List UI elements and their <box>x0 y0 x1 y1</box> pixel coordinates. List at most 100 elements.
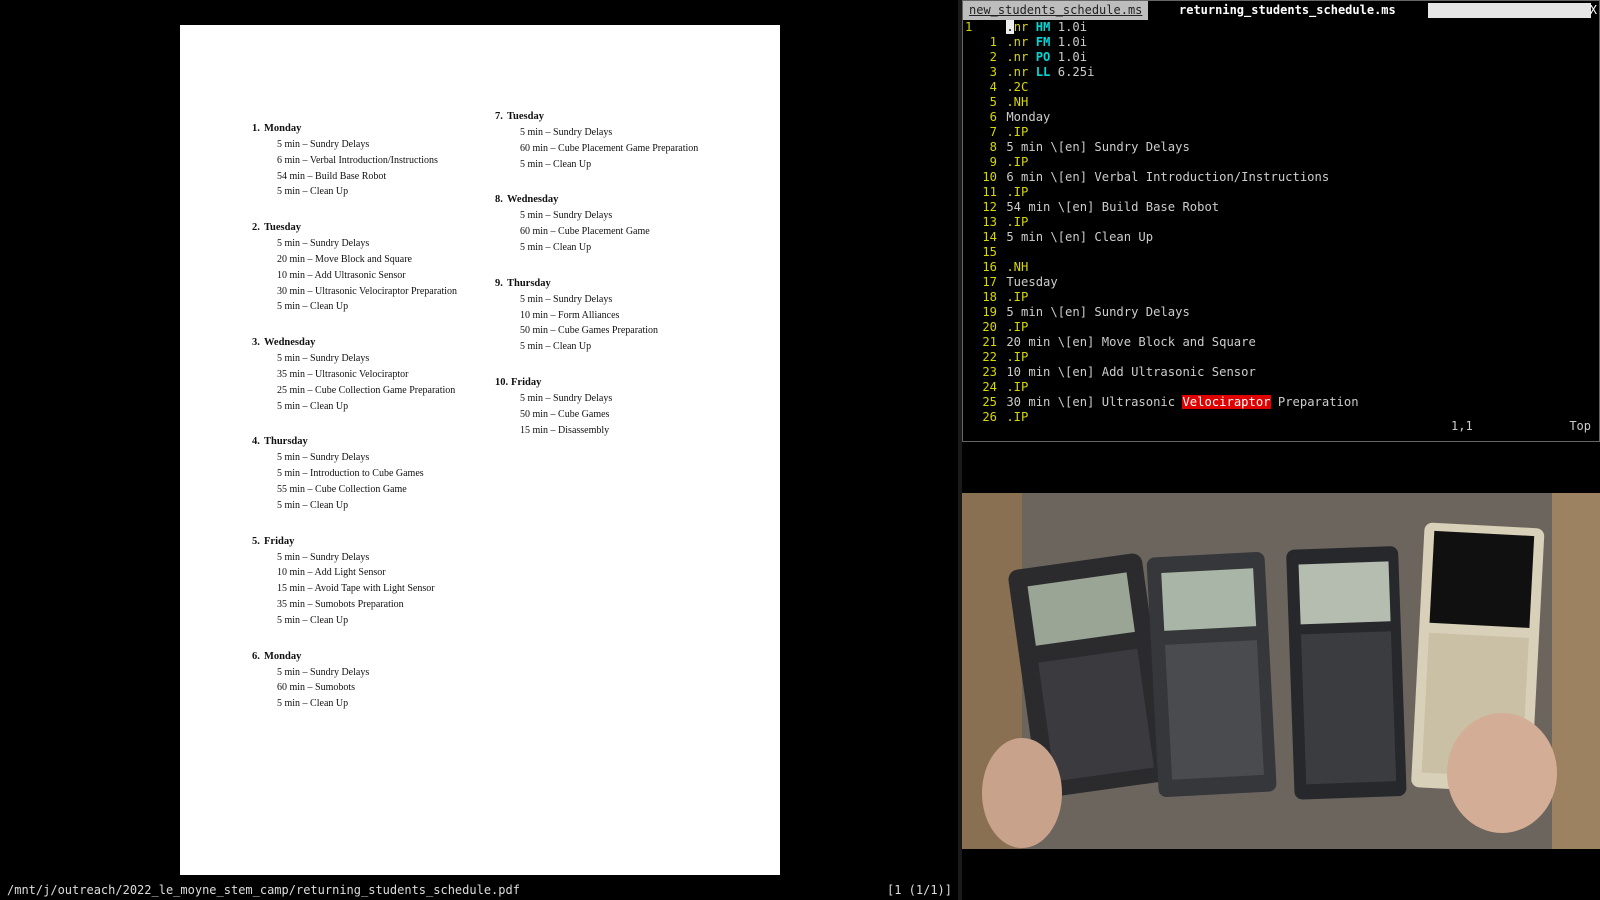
line-number: 21 <box>982 335 997 349</box>
schedule-day: 8. Wednesday 5 min – Sundry Delays 60 min –… <box>495 192 650 255</box>
day-number: 1. <box>252 123 260 134</box>
code-line[interactable]: 22 .IP <box>963 350 1599 365</box>
code-line[interactable]: 16 .NH <box>963 260 1599 275</box>
day-name: Wednesday <box>507 194 559 206</box>
schedule-item: 5 min – Sundry Delays <box>277 666 370 678</box>
schedule-item: 5 min – Clean Up <box>277 186 349 198</box>
code-line[interactable]: 8 5 min \[en] Sundry Delays <box>963 140 1599 155</box>
code-line[interactable]: 23 10 min \[en] Add Ultrasonic Sensor <box>963 365 1599 380</box>
code-line[interactable]: 2 .nr PO 1.0i <box>963 50 1599 65</box>
line-text: 30 min \[en] Ultrasonic <box>1006 395 1183 409</box>
register-name: FM <box>1035 35 1051 49</box>
day-name: Tuesday <box>507 111 544 122</box>
day-name: Thursday <box>264 436 308 448</box>
line-number: 20 <box>982 320 997 334</box>
schedule-item: 5 min – Sundry Delays <box>520 210 613 222</box>
line-number: 24 <box>982 380 997 394</box>
code-line[interactable]: 18 .IP <box>963 290 1599 305</box>
schedule-item: 50 min – Cube Games Preparation <box>520 325 659 337</box>
code-line[interactable]: 6 Monday <box>963 110 1599 125</box>
schedule-item: 5 min – Sundry Delays <box>520 127 613 138</box>
line-text: 5 min \[en] Sundry Delays <box>1006 305 1190 319</box>
day-name: Tuesday <box>264 222 301 234</box>
troff-request: .IP <box>1006 380 1029 394</box>
code-line[interactable]: 9 .IP <box>963 155 1599 170</box>
page-indicator: [1 (1/1)] <box>886 883 952 897</box>
register-value: 1.0i <box>1057 50 1088 64</box>
troff-request: .nr <box>1006 50 1029 64</box>
code-line[interactable]: 7 .IP <box>963 125 1599 140</box>
tab-returning-students-schedule[interactable]: returning_students_schedule.ms <box>1173 1 1402 20</box>
day-heading: 6. Monday <box>252 649 369 665</box>
text-cursor: . <box>1006 20 1014 34</box>
schedule-item: 35 min – Sumobots Preparation <box>277 598 404 610</box>
day-name: Monday <box>264 123 302 134</box>
troff-request: .IP <box>1006 290 1029 304</box>
schedule-item: 10 min – Form Alliances <box>520 309 620 321</box>
code-line[interactable]: 24 .IP <box>963 380 1599 395</box>
troff-request: .IP <box>1006 215 1029 229</box>
code-line[interactable]: 17 Tuesday <box>963 275 1599 290</box>
register-name: LL <box>1035 65 1051 79</box>
register-name: HM <box>1035 20 1051 34</box>
schedule-day: 1. Monday 5 min – Sundry Delays 6 min – Ver… <box>252 121 438 200</box>
tab-new-students-schedule[interactable]: new_students_schedule.ms <box>963 1 1149 20</box>
code-line[interactable]: 13 .IP <box>963 215 1599 230</box>
day-heading: 10. Friday <box>495 375 612 391</box>
tab-fill <box>1428 3 1591 18</box>
tab-line: new_students_schedule.ms returning_stude… <box>963 1 1599 20</box>
day-heading: 1. Monday <box>252 121 438 137</box>
line-text: 6 min \[en] Verbal Introduction/Instruct… <box>1006 170 1330 184</box>
schedule-item: 5 min – Clean Up <box>277 400 349 412</box>
schedule-day: 6. Monday 5 min – Sundry Delays 60 min – Su… <box>252 649 369 712</box>
troff-request: .NH <box>1006 95 1029 109</box>
day-number: 6. <box>252 650 260 662</box>
scroll-position: Top <box>1569 419 1591 433</box>
code-line[interactable]: 11 .IP <box>963 185 1599 200</box>
schedule-item: 5 min – Sundry Delays <box>277 238 370 250</box>
day-number: 5. <box>252 535 260 547</box>
day-number: 7. <box>495 111 503 122</box>
code-buffer[interactable]: 1 .nr HM 1.0i 1 .nr FM 1.0i 2 .nr PO 1.0i 3… <box>963 20 1599 425</box>
schedule-item: 5 min – Sundry Delays <box>277 139 370 150</box>
day-heading: 2. Tuesday <box>252 220 457 236</box>
schedule-item: 5 min – Clean Up <box>277 301 349 313</box>
schedule-day: 2. Tuesday 5 min – Sundry Delays 20 min – M… <box>252 220 457 315</box>
troff-request: .IP <box>1006 155 1029 169</box>
code-line[interactable]: 14 5 min \[en] Clean Up <box>963 230 1599 245</box>
line-text: 54 min \[en] Build Base Robot <box>1006 200 1220 214</box>
troff-request: .IP <box>1006 320 1029 334</box>
file-path: /mnt/j/outreach/2022_le_moyne_stem_camp/… <box>7 883 520 897</box>
code-line[interactable]: 19 5 min \[en] Sundry Delays <box>963 305 1599 320</box>
schedule-day: 9. Thursday 5 min – Sundry Delays 10 min – … <box>495 276 658 355</box>
code-line[interactable]: 5 .NH <box>963 95 1599 110</box>
code-line[interactable]: 12 54 min \[en] Build Base Robot <box>963 200 1599 215</box>
code-line[interactable]: 3 .nr LL 6.25i <box>963 65 1599 80</box>
line-number: 9 <box>989 155 997 169</box>
code-line[interactable]: 4 .2C <box>963 80 1599 95</box>
schedule-item: 5 min – Clean Up <box>277 614 349 626</box>
schedule-item: 25 min – Cube Collection Game Preparatio… <box>277 384 456 396</box>
day-heading: 9. Thursday <box>495 276 658 292</box>
code-line[interactable]: 20 .IP <box>963 320 1599 335</box>
code-line[interactable]: 25 30 min \[en] Ultrasonic Velociraptor … <box>963 395 1599 410</box>
troff-request: .IP <box>1006 125 1029 139</box>
schedule-day: 7. Tuesday 5 min – Sundry Delays 60 min – C… <box>495 109 698 172</box>
code-line[interactable]: 15 <box>963 245 1599 260</box>
line-text: Monday <box>1006 110 1051 124</box>
code-line[interactable]: 1 .nr FM 1.0i <box>963 35 1599 50</box>
code-line[interactable]: 21 20 min \[en] Move Block and Square <box>963 335 1599 350</box>
day-name: Friday <box>264 535 295 547</box>
schedule-item: 5 min – Clean Up <box>277 698 349 710</box>
line-number: 11 <box>982 185 997 199</box>
code-line[interactable]: 10 6 min \[en] Verbal Introduction/Instr… <box>963 170 1599 185</box>
vim-editor-pane[interactable]: new_students_schedule.ms returning_stude… <box>962 0 1600 442</box>
line-number: 13 <box>982 215 997 229</box>
day-heading: 4. Thursday <box>252 434 424 450</box>
vim-status-line: 1,1 Top <box>963 419 1599 435</box>
troff-request: .nr <box>1006 20 1029 34</box>
day-heading: 5. Friday <box>252 534 435 550</box>
line-number: 10 <box>982 170 997 184</box>
close-tab-icon[interactable]: X <box>1590 1 1597 20</box>
code-line[interactable]: 1 .nr HM 1.0i <box>963 20 1599 35</box>
